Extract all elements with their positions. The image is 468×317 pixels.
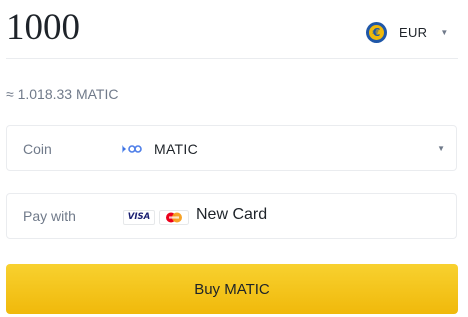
coin-selector[interactable]: Coin MATIC ▼ (6, 125, 457, 171)
conversion-estimate: ≈ 1.018.33 MATIC (6, 86, 119, 102)
currency-code: EUR (399, 24, 428, 40)
payment-method-value: New Card (196, 206, 268, 223)
currency-selector[interactable]: € EUR ▼ (366, 18, 448, 46)
amount-row: 1000 € EUR ▼ (0, 0, 468, 58)
mastercard-logo-icon (159, 210, 189, 225)
coin-value: MATIC (154, 141, 199, 157)
visa-logo-icon: VISA (123, 210, 155, 225)
payment-method-selector[interactable]: Pay with VISA New Card (6, 193, 457, 239)
pay-with-label: Pay with (23, 208, 76, 224)
matic-coin-icon (122, 145, 142, 153)
chevron-down-icon: ▼ (440, 27, 449, 37)
amount-input[interactable]: 1000 (6, 6, 80, 50)
coin-label: Coin (23, 141, 52, 157)
chevron-down-icon: ▼ (437, 144, 445, 153)
euro-coin-icon: € (366, 21, 387, 43)
amount-divider (6, 58, 458, 59)
buy-button[interactable]: Buy MATIC (6, 264, 458, 314)
